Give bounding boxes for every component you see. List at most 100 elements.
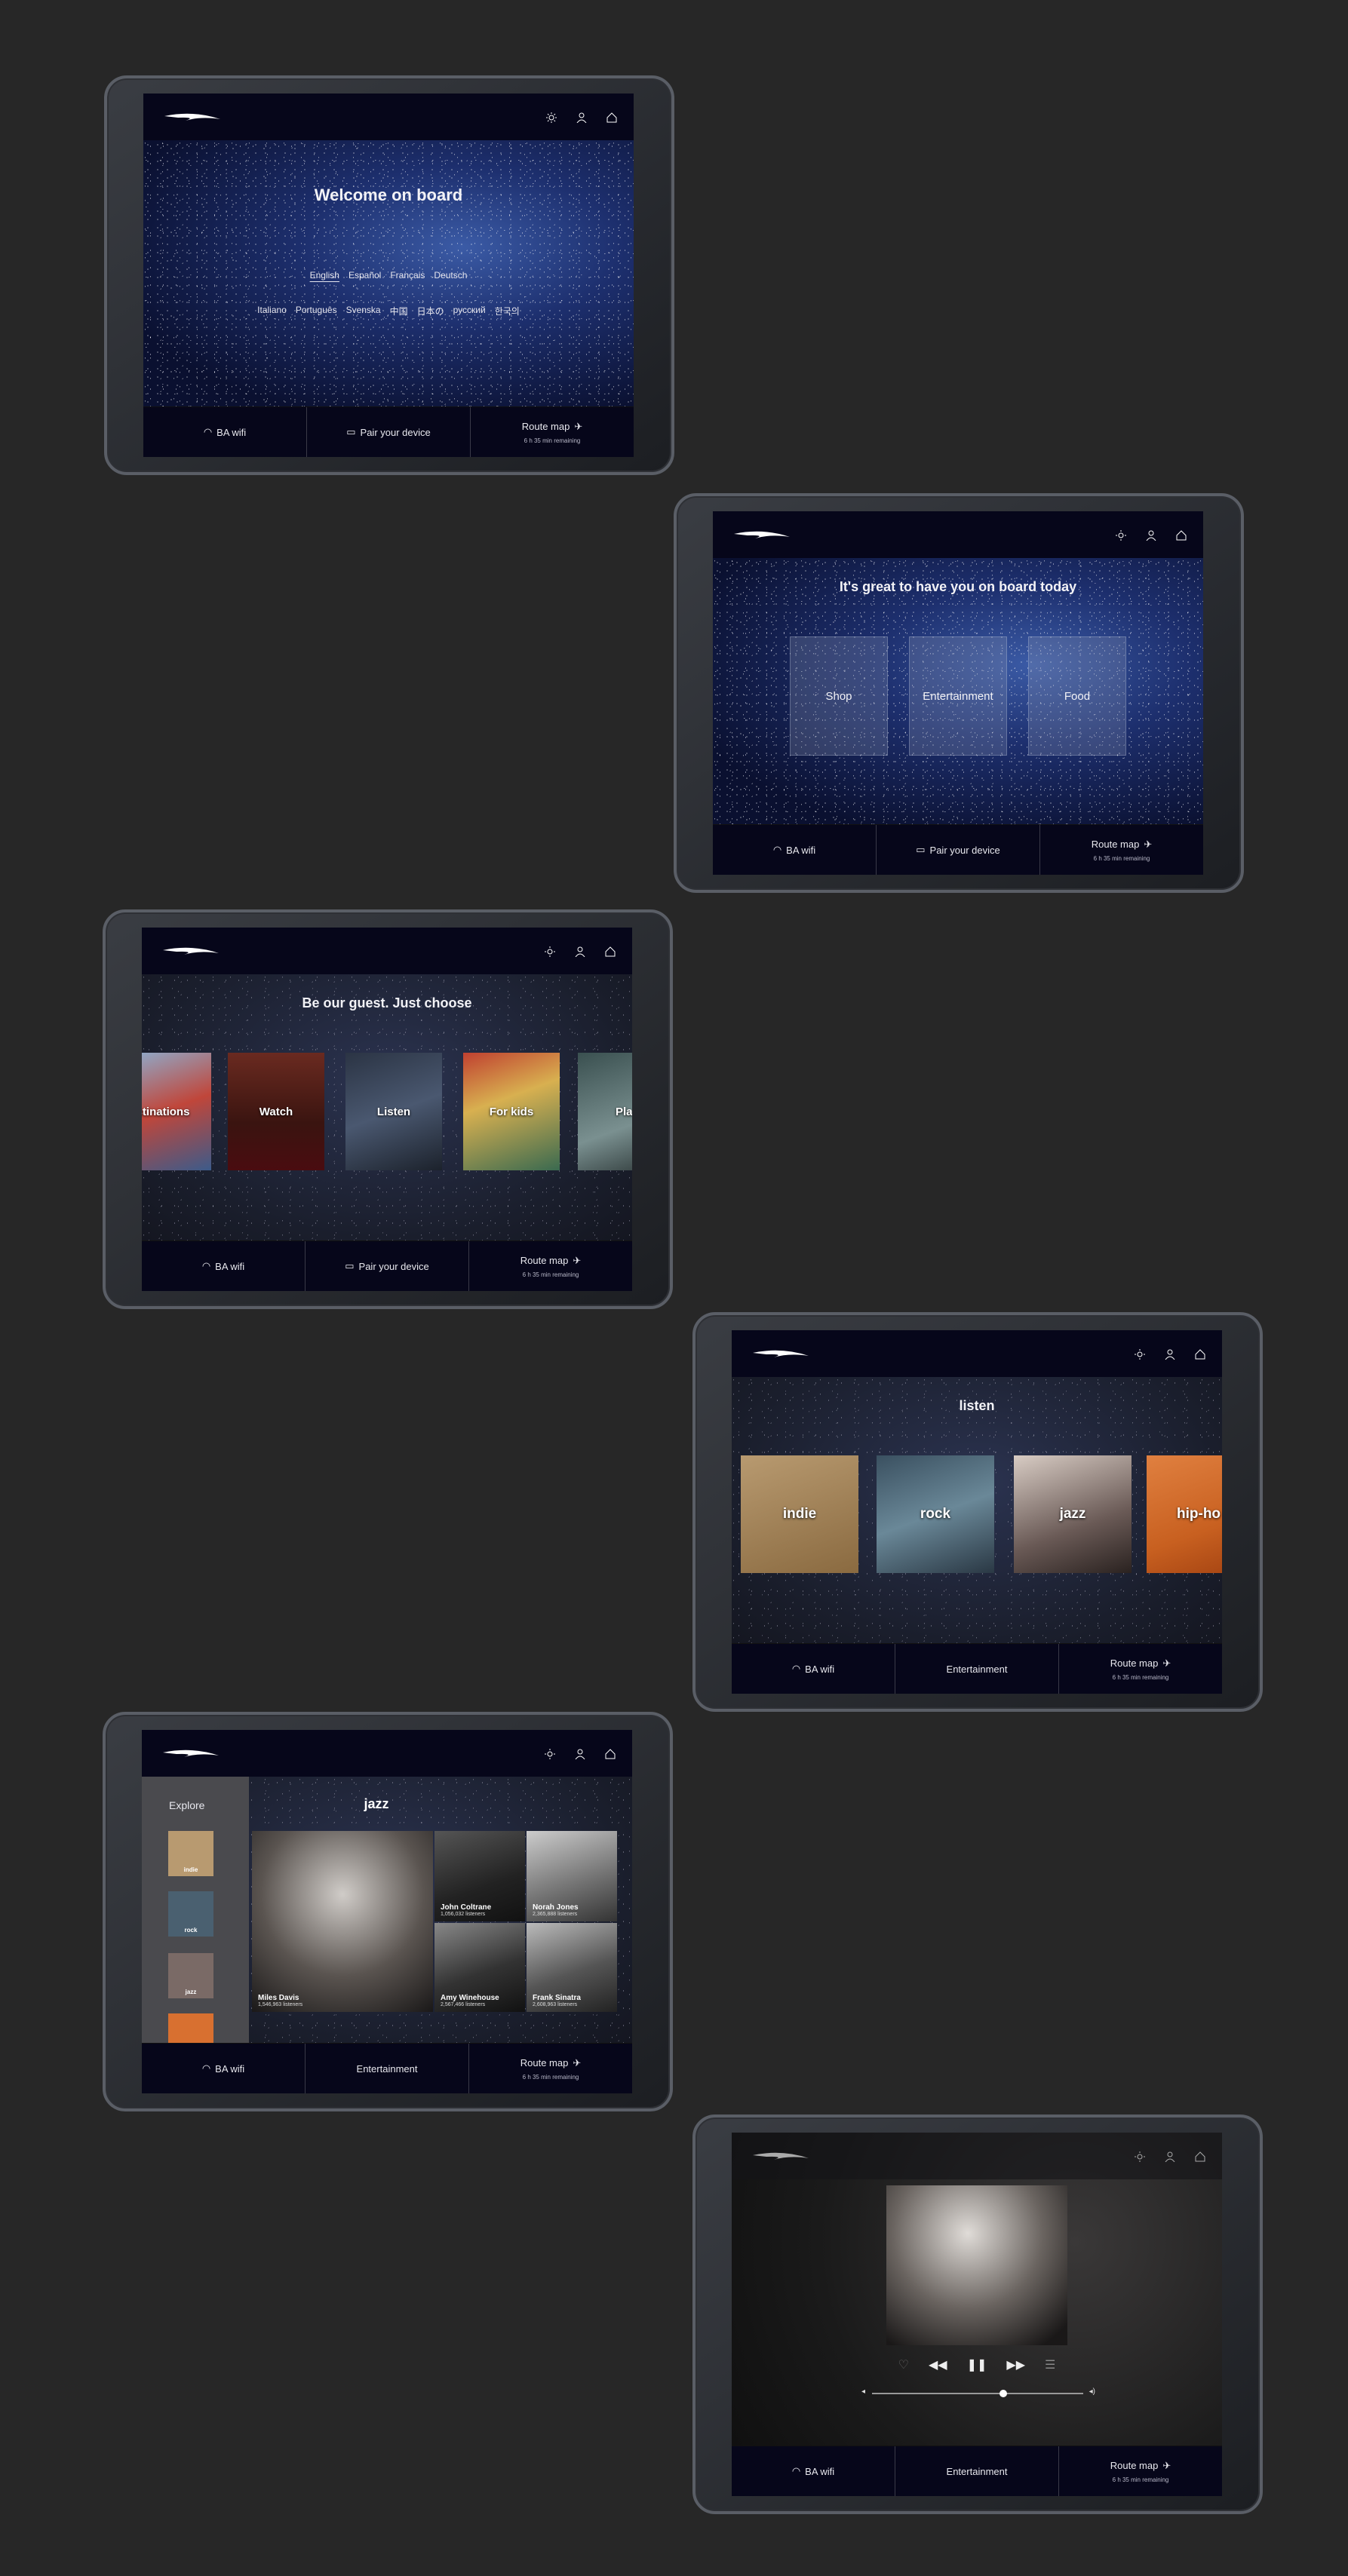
card-for-kids[interactable]: For kids <box>463 1053 560 1170</box>
route-map-button[interactable]: Route map ✈ 6 h 35 min remaining <box>1058 2446 1222 2496</box>
user-icon[interactable] <box>570 1746 590 1762</box>
card-listen[interactable]: Listen <box>345 1053 442 1170</box>
player-area: ♡ ◀◀ ❚❚ ▶▶ ☰ ◂ ◂) <box>732 2179 1222 2446</box>
thumb-jazz[interactable]: jazz <box>168 1953 213 1998</box>
lang-deutsch[interactable]: Deutsch <box>434 270 467 281</box>
user-icon[interactable] <box>570 944 590 959</box>
artist-name: Miles Davis <box>258 1994 299 2002</box>
user-icon[interactable] <box>1160 2149 1180 2164</box>
pair-device-button[interactable]: ▭ Pair your device <box>305 1241 468 1291</box>
queue-icon[interactable]: ☰ <box>1045 2357 1055 2372</box>
entertainment-label: Entertainment <box>946 2465 1008 2477</box>
wifi-button[interactable]: ◠ BA wifi <box>732 2446 895 2496</box>
artist-card-miles-davis[interactable]: Miles Davis 1,546,963 listeners <box>252 1831 433 2012</box>
wifi-button[interactable]: ◠ BA wifi <box>713 825 876 875</box>
jazz-title: jazz <box>364 1796 389 1811</box>
home-icon[interactable] <box>1171 528 1191 543</box>
volume-knob[interactable] <box>999 2390 1007 2397</box>
volume-slider[interactable]: ◂ ◂) <box>861 2387 1095 2400</box>
route-map-button[interactable]: Route map ✈ 6 h 35 min remaining <box>468 1241 632 1291</box>
thumb-indie[interactable]: indie <box>168 1831 213 1876</box>
time-remaining: 6 h 35 min remaining <box>522 1271 579 1278</box>
lang-chinese[interactable]: 中国 <box>390 305 408 317</box>
tile-food[interactable]: Food <box>1028 636 1126 756</box>
route-map-button[interactable]: Route map ✈ 6 h 35 min remaining <box>1058 1644 1222 1694</box>
wifi-icon: ◠ <box>772 844 782 855</box>
genre-hiphop[interactable]: hip-ho <box>1147 1455 1222 1573</box>
route-label: Route map <box>520 2057 569 2068</box>
brightness-icon[interactable] <box>1130 2149 1150 2164</box>
brightness-icon[interactable] <box>1130 1347 1150 1362</box>
genre-jazz[interactable]: jazz <box>1014 1455 1132 1573</box>
route-map-button[interactable]: Route map ✈ 6 h 35 min remaining <box>470 407 634 457</box>
wifi-icon: ◠ <box>201 2062 211 2074</box>
home-icon[interactable] <box>1190 1347 1210 1362</box>
pair-device-button[interactable]: ▭ Pair your device <box>306 407 470 457</box>
explore-label: Explore <box>169 1799 205 1811</box>
screen-icon: ▭ <box>916 844 926 855</box>
artist-card-frank-sinatra[interactable]: Frank Sinatra 2,608,963 listeners <box>527 1923 617 2012</box>
starfield-background: It's great to have you on board today Sh… <box>713 558 1203 825</box>
heart-icon[interactable]: ♡ <box>898 2357 909 2372</box>
lang-espanol[interactable]: Español <box>349 270 381 281</box>
wifi-label: BA wifi <box>215 1260 245 1272</box>
pair-label: Pair your device <box>358 1260 429 1272</box>
artist-name: Amy Winehouse <box>441 1994 499 2002</box>
wifi-button[interactable]: ◠ BA wifi <box>142 1241 305 1291</box>
artist-card-norah-jones[interactable]: Norah Jones 2,365,888 listeners <box>527 1831 617 1921</box>
album-art <box>886 2185 1067 2345</box>
lang-italiano[interactable]: Italiano <box>257 305 287 317</box>
wifi-label: BA wifi <box>805 1663 835 1675</box>
tablet-player: ♡ ◀◀ ❚❚ ▶▶ ☰ ◂ ◂) ◠ BA wifi Entertainment… <box>692 2114 1263 2514</box>
bottom-bar: ◠ BA wifi Entertainment Route map ✈ 6 h 35 … <box>732 2446 1222 2496</box>
entertainment-button[interactable]: Entertainment <box>895 1644 1058 1694</box>
home-icon[interactable] <box>600 1746 620 1762</box>
lang-portugues[interactable]: Português <box>296 305 337 317</box>
home-icon[interactable] <box>1190 2149 1210 2164</box>
card-play[interactable]: Pla <box>578 1053 632 1170</box>
tile-entertainment[interactable]: Entertainment <box>909 636 1007 756</box>
lang-japanese[interactable]: 日本の <box>417 305 444 317</box>
lang-svenska[interactable]: Svenska <box>346 305 381 317</box>
brightness-icon[interactable] <box>542 110 561 125</box>
rewind-icon[interactable]: ◀◀ <box>929 2357 947 2372</box>
brightness-icon[interactable] <box>1111 528 1131 543</box>
plane-icon: ✈ <box>573 2056 582 2068</box>
pause-icon[interactable]: ❚❚ <box>967 2357 987 2372</box>
ba-logo <box>163 1750 219 1757</box>
thumb-rock[interactable]: rock <box>168 1891 213 1937</box>
home-icon[interactable] <box>600 944 620 959</box>
lang-korean[interactable]: 한국의 <box>495 305 520 317</box>
card-destinations[interactable]: stinations <box>142 1053 211 1170</box>
genre-rock[interactable]: rock <box>877 1455 994 1573</box>
artist-card-john-coltrane[interactable]: John Coltrane 1,056,032 listeners <box>434 1831 525 1921</box>
wifi-button[interactable]: ◠ BA wifi <box>143 407 306 457</box>
route-map-button[interactable]: Route map ✈ 6 h 35 min remaining <box>468 2044 632 2093</box>
card-watch[interactable]: Watch <box>228 1053 324 1170</box>
fast-forward-icon[interactable]: ▶▶ <box>1006 2357 1025 2372</box>
wifi-button[interactable]: ◠ BA wifi <box>732 1644 895 1694</box>
home-icon[interactable] <box>602 110 622 125</box>
lang-russian[interactable]: русский <box>453 305 486 317</box>
route-label: Route map <box>1091 839 1140 850</box>
entertainment-button[interactable]: Entertainment <box>305 2044 468 2093</box>
artist-name: John Coltrane <box>441 1903 492 1912</box>
ba-logo <box>753 2152 809 2160</box>
user-icon[interactable] <box>1160 1347 1180 1362</box>
artist-listeners: 1,546,963 listeners <box>258 2002 303 2007</box>
artist-card-amy-winehouse[interactable]: Amy Winehouse 2,567,466 listeners <box>434 1923 525 2012</box>
brightness-icon[interactable] <box>540 944 560 959</box>
user-icon[interactable] <box>1141 528 1161 543</box>
tile-shop[interactable]: Shop <box>790 636 888 756</box>
lang-francais[interactable]: Français <box>390 270 425 281</box>
pair-device-button[interactable]: ▭ Pair your device <box>876 825 1039 875</box>
user-icon[interactable] <box>572 110 591 125</box>
lang-english[interactable]: English <box>310 270 339 281</box>
thumb-hiphop[interactable]: hip-hop <box>168 2013 213 2044</box>
brightness-icon[interactable] <box>540 1746 560 1762</box>
route-map-button[interactable]: Route map ✈ 6 h 35 min remaining <box>1039 825 1203 875</box>
time-remaining: 6 h 35 min remaining <box>524 437 581 444</box>
wifi-button[interactable]: ◠ BA wifi <box>142 2044 305 2093</box>
entertainment-button[interactable]: Entertainment <box>895 2446 1058 2496</box>
genre-indie[interactable]: indie <box>741 1455 858 1573</box>
